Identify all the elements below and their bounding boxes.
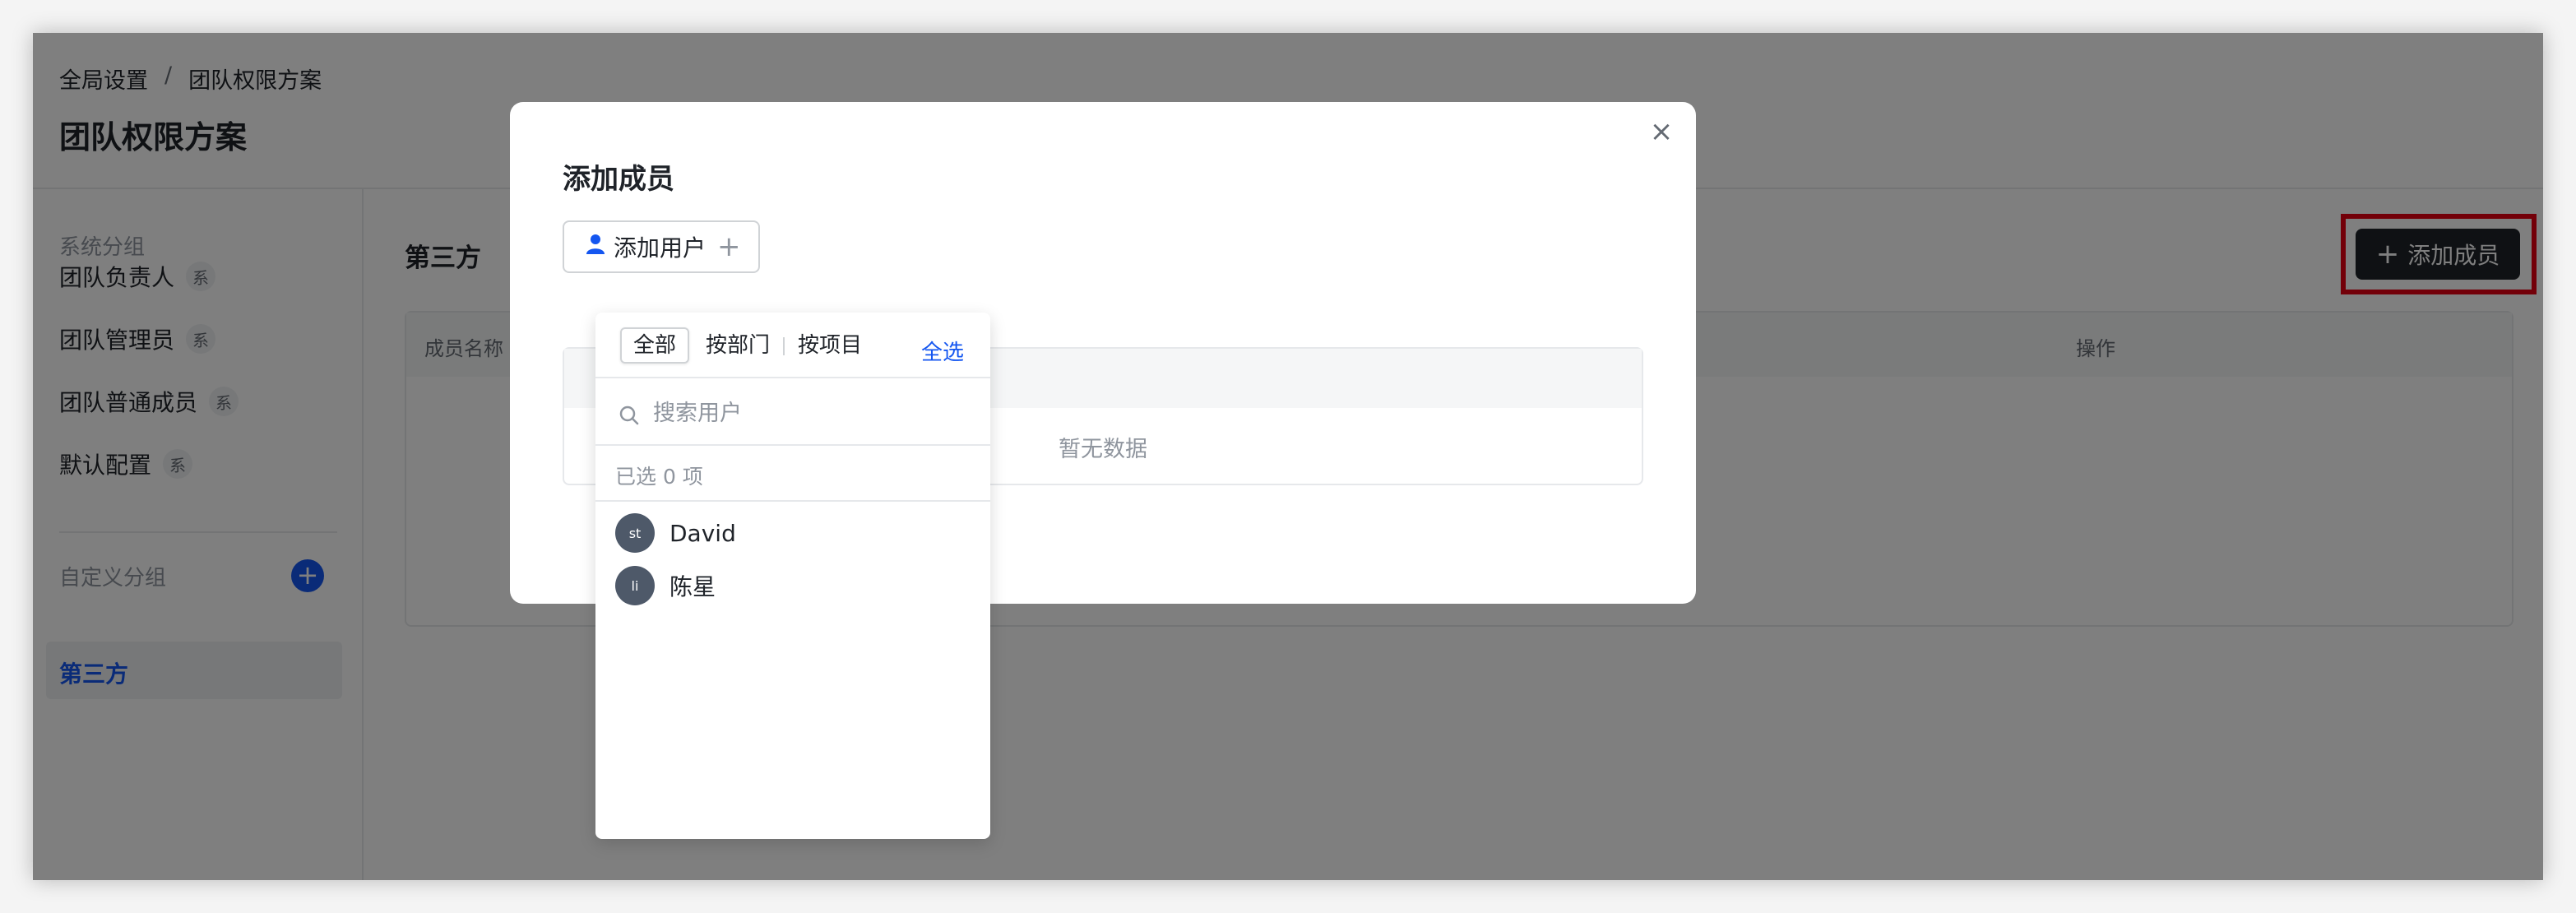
selected-count: 已选 0 项: [615, 465, 703, 489]
user-name: David: [669, 519, 736, 547]
avatar: st: [615, 513, 655, 553]
divider: [595, 500, 990, 502]
plus-icon: +: [717, 230, 741, 263]
user-picker-dropdown: 全部 按部门 按项目 全选 已选 0 项 st David li 陈星: [595, 313, 990, 839]
user-option-chenxing[interactable]: li 陈星: [615, 566, 716, 605]
tab-by-project[interactable]: 按项目: [786, 327, 873, 364]
avatar: li: [615, 566, 655, 605]
search-input[interactable]: [653, 395, 966, 431]
user-name: 陈星: [669, 573, 716, 600]
user-icon: [586, 234, 605, 261]
select-all-link[interactable]: 全选: [921, 336, 964, 366]
add-user-button[interactable]: 添加用户 +: [563, 220, 760, 273]
tab-all[interactable]: 全部: [620, 327, 690, 364]
modal-title: 添加成员: [563, 163, 674, 196]
app-window: 全局设置 / 团队权限方案 团队权限方案 系统分组 团队负责人 系 团队管理员 …: [33, 33, 2543, 880]
tab-divider: [783, 337, 785, 355]
user-option-david[interactable]: st David: [615, 513, 736, 553]
filter-tabs: 全部 按部门 按项目 全选: [595, 313, 990, 378]
tab-by-department[interactable]: 按部门: [694, 327, 781, 364]
add-user-label: 添加用户: [614, 234, 707, 262]
search-icon: [619, 405, 640, 426]
close-icon[interactable]: ×: [1645, 115, 1678, 148]
search-row: [595, 380, 990, 446]
